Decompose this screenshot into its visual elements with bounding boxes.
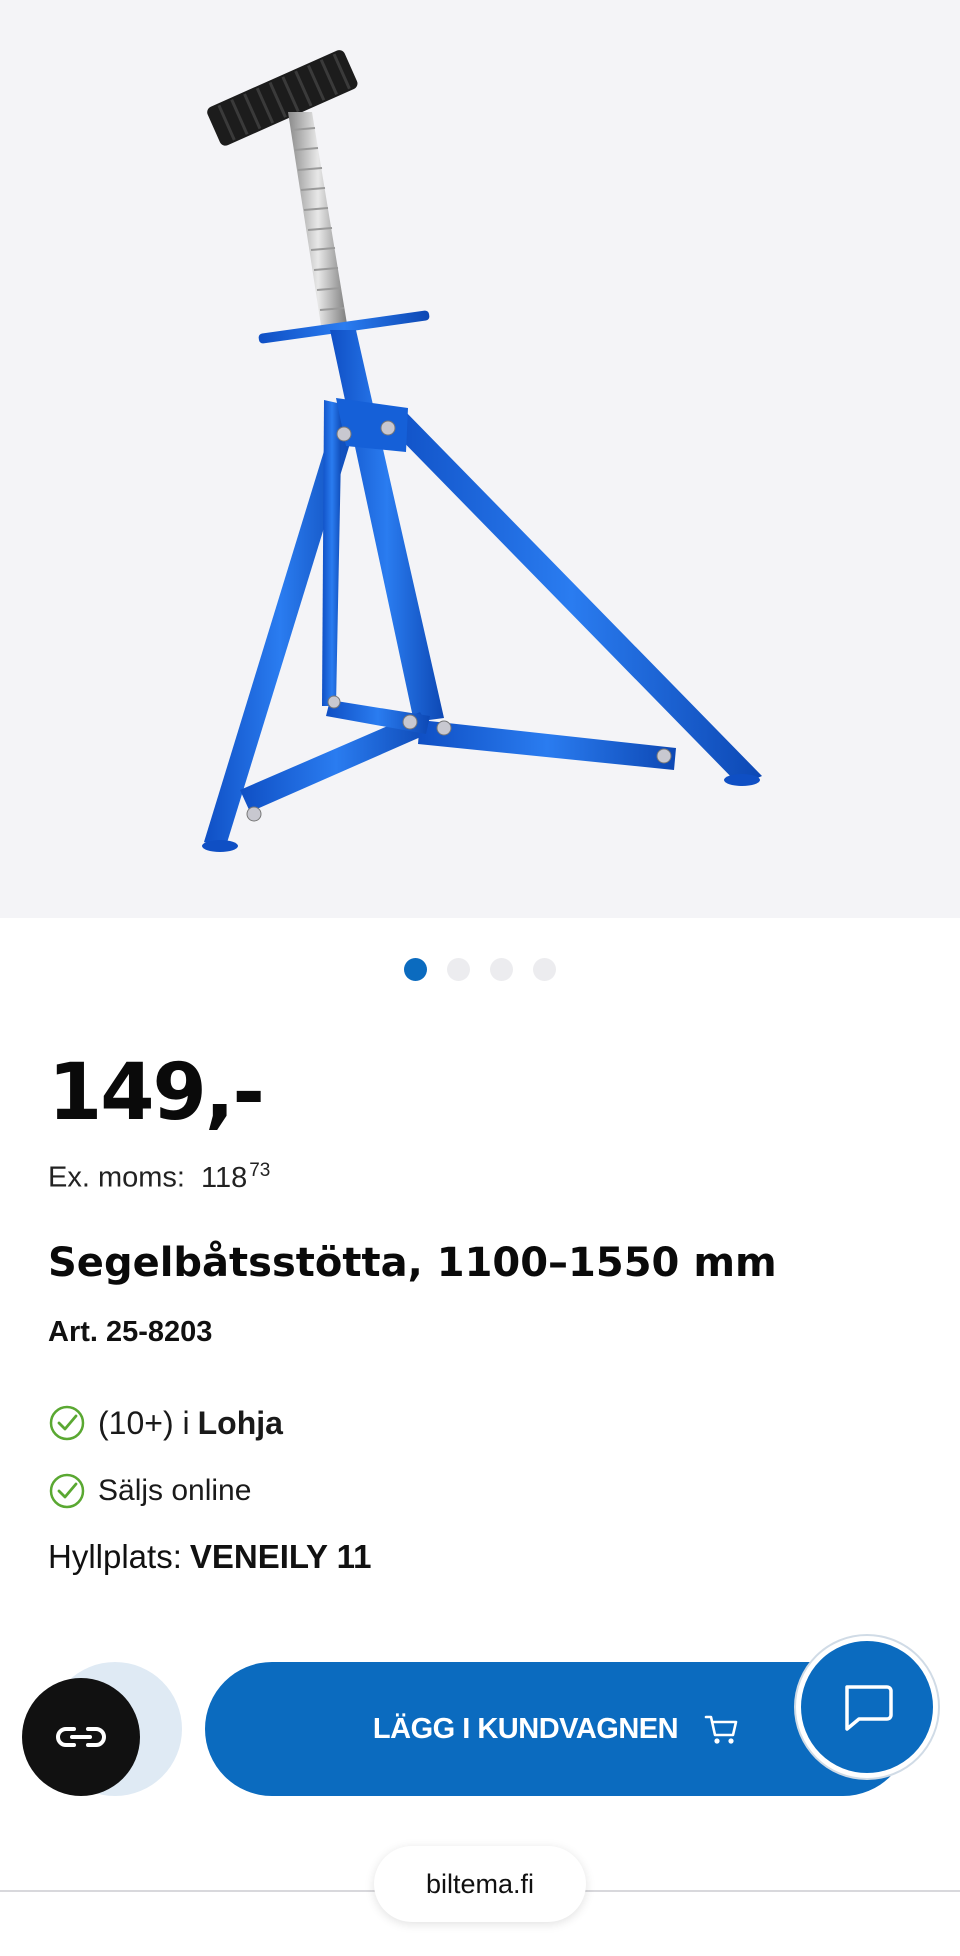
copilot-icon <box>56 1727 106 1747</box>
gallery-dot-1[interactable] <box>404 958 427 981</box>
store-stock-count: (10+) i <box>98 1404 190 1441</box>
shelf-location: Hyllplats: VENEILY 11 <box>48 1538 372 1576</box>
product-image[interactable] <box>0 0 960 918</box>
ex-vat-whole: 118 <box>200 1161 248 1194</box>
check-circle-icon <box>49 1405 85 1441</box>
price-ex-vat: Ex. moms: 118 73 <box>48 1160 270 1195</box>
add-to-cart-label: LÄGG I KUNDVAGNEN <box>372 1712 679 1745</box>
article-number: Art. 25-8203 <box>48 1316 213 1348</box>
copilot-button[interactable] <box>22 1678 140 1796</box>
gallery-pagination <box>0 958 960 981</box>
check-circle-icon <box>49 1473 85 1509</box>
browser-address-pill[interactable]: biltema.fi <box>374 1846 586 1922</box>
boat-stand-illustration <box>202 50 762 852</box>
ex-vat-label: Ex. moms: <box>48 1161 185 1194</box>
store-stock[interactable]: (10+) i Lohja <box>48 1404 283 1442</box>
store-name[interactable]: Lohja <box>198 1405 283 1442</box>
ex-vat-cents: 73 <box>249 1160 271 1181</box>
product-price: 149,- <box>48 1048 265 1138</box>
shelf-value: VENEILY 11 <box>189 1538 372 1575</box>
chat-button[interactable] <box>796 1636 938 1778</box>
shelf-label: Hyllplats: <box>48 1538 182 1575</box>
browser-domain: biltema.fi <box>425 1868 535 1899</box>
gallery-dot-4[interactable] <box>533 958 556 981</box>
gallery-dot-3[interactable] <box>490 958 513 981</box>
product-title: Segelbåtsstötta, 1100–1550 mm <box>48 1240 777 1286</box>
online-availability-label: Säljs online <box>98 1474 252 1507</box>
online-availability: Säljs online <box>48 1472 251 1510</box>
chat-bubble-icon <box>845 1685 893 1731</box>
gallery-dot-2[interactable] <box>447 958 470 981</box>
cart-icon <box>704 1715 738 1744</box>
